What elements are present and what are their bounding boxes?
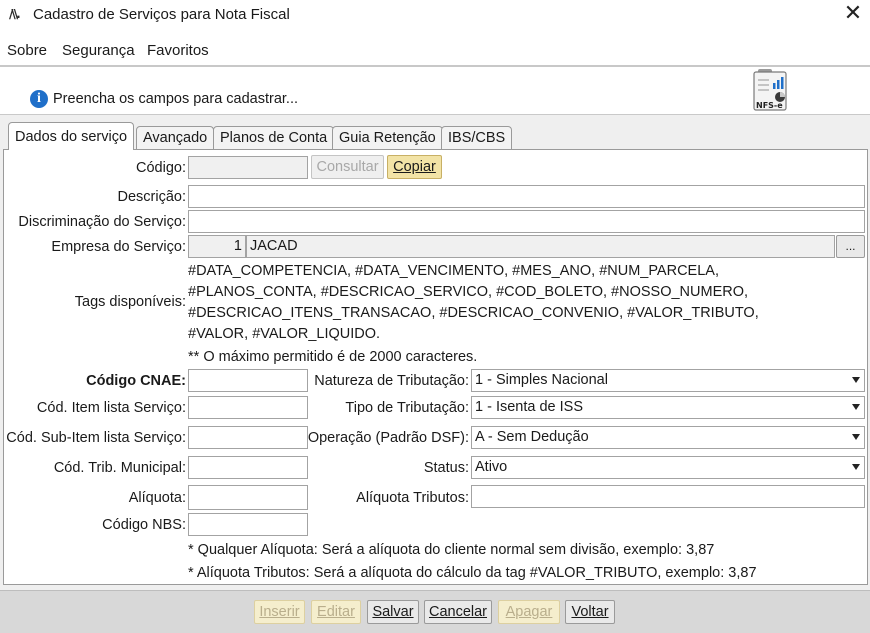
menu-seguranca[interactable]: Segurança xyxy=(62,42,135,59)
cod-trib-municipal-label: Cód. Trib. Municipal: xyxy=(53,460,186,476)
status-label: Status: xyxy=(423,460,469,476)
menu-favoritos[interactable]: Favoritos xyxy=(147,42,209,59)
cod-subitem-lista-label: Cód. Sub-Item lista Serviço: xyxy=(6,430,186,446)
codigo-cnae-label: Código CNAE: xyxy=(86,373,186,389)
inserir-button[interactable]: Inserir xyxy=(254,600,305,624)
salvar-button[interactable]: Salvar xyxy=(367,600,419,624)
empresa-label: Empresa do Serviço: xyxy=(51,239,186,255)
nfse-document-icon: NFS-e xyxy=(752,68,788,112)
window-title: Cadastro de Serviços para Nota Fiscal xyxy=(33,6,290,23)
aliquota-tributos-input[interactable] xyxy=(471,485,865,508)
empresa-name-field: JACAD xyxy=(246,235,835,258)
cod-item-lista-label: Cód. Item lista Serviço: xyxy=(36,400,186,416)
codigo-cnae-input[interactable] xyxy=(188,369,308,392)
tipo-tributacao-select[interactable]: 1 - Isenta de ISS xyxy=(471,396,865,419)
app-logo-icon: /\\. xyxy=(9,7,21,21)
tags-line: #VALOR, #VALOR_LIQUIDO. xyxy=(188,326,381,342)
status-select[interactable]: Ativo xyxy=(471,456,865,479)
aliquota-tributos-note: * Alíquota Tributos: Será a alíquota do … xyxy=(188,565,757,581)
descricao-label: Descrição: xyxy=(117,189,187,205)
empresa-browse-button[interactable]: ... xyxy=(836,235,865,258)
aliquota-tributos-label: Alíquota Tributos: xyxy=(356,490,469,506)
cod-item-lista-input[interactable] xyxy=(188,396,308,419)
aliquota-label: Alíquota: xyxy=(128,490,186,506)
close-icon[interactable]: ✕ xyxy=(836,0,870,30)
aliquota-note: * Qualquer Alíquota: Será a alíquota do … xyxy=(188,542,715,558)
discriminacao-input[interactable] xyxy=(188,210,865,233)
tab-ibs-cbs[interactable]: IBS/CBS xyxy=(441,126,513,149)
cancelar-button[interactable]: Cancelar xyxy=(424,600,492,624)
codigo-nbs-label: Código NBS: xyxy=(102,517,186,533)
natureza-tributacao-select[interactable]: 1 - Simples Nacional xyxy=(471,369,865,392)
chevron-down-icon xyxy=(852,377,860,383)
chevron-down-icon xyxy=(852,404,860,410)
voltar-button[interactable]: Voltar xyxy=(565,600,615,624)
codigo-input[interactable] xyxy=(188,156,308,179)
tab-dados-do-servico[interactable]: Dados do serviço xyxy=(8,122,135,150)
svg-text:NFS-e: NFS-e xyxy=(756,101,783,110)
cod-subitem-lista-input[interactable] xyxy=(188,426,308,449)
tab-avancado[interactable]: Avançado xyxy=(136,126,215,149)
menu-sobre[interactable]: Sobre xyxy=(7,42,47,59)
tags-list: #DATA_COMPETENCIA, #DATA_VENCIMENTO, #ME… xyxy=(188,261,759,345)
tags-line: #PLANOS_CONTA, #DESCRICAO_SERVICO, #COD_… xyxy=(188,284,749,300)
consultar-button[interactable]: Consultar xyxy=(311,155,384,179)
editar-button[interactable]: Editar xyxy=(311,600,361,624)
tab-planos-de-conta[interactable]: Planos de Conta xyxy=(213,126,335,149)
discriminacao-label: Discriminação do Serviço: xyxy=(18,214,186,230)
codigo-label: Código: xyxy=(136,160,186,176)
chevron-down-icon xyxy=(852,434,860,440)
aliquota-input[interactable] xyxy=(188,485,308,510)
cod-trib-municipal-input[interactable] xyxy=(188,456,308,479)
tags-line: #DATA_COMPETENCIA, #DATA_VENCIMENTO, #ME… xyxy=(188,263,719,279)
chevron-down-icon xyxy=(852,464,860,470)
codigo-nbs-input[interactable] xyxy=(188,513,308,536)
max-chars-note: ** O máximo permitido é de 2000 caracter… xyxy=(188,349,478,365)
natureza-tributacao-label: Natureza de Tributação: xyxy=(314,373,469,389)
operacao-select[interactable]: A - Sem Dedução xyxy=(471,426,865,449)
empresa-code-field: 1 xyxy=(188,235,246,258)
tipo-tributacao-label: Tipo de Tributação: xyxy=(345,400,469,416)
info-icon: i xyxy=(30,90,48,108)
tags-label: Tags disponíveis: xyxy=(74,294,186,310)
descricao-input[interactable] xyxy=(188,185,865,208)
info-message: Preencha os campos para cadastrar... xyxy=(53,91,299,107)
menu-divider xyxy=(0,65,870,67)
tags-line: #DESCRICAO_ITENS_TRANSACAO, #DESCRICAO_C… xyxy=(188,305,759,321)
apagar-button[interactable]: Apagar xyxy=(498,600,560,624)
operacao-label: Operação (Padrão DSF): xyxy=(307,430,469,446)
tab-guia-retencao[interactable]: Guia Retenção xyxy=(332,126,443,149)
copiar-button[interactable]: Copiar xyxy=(387,155,442,179)
